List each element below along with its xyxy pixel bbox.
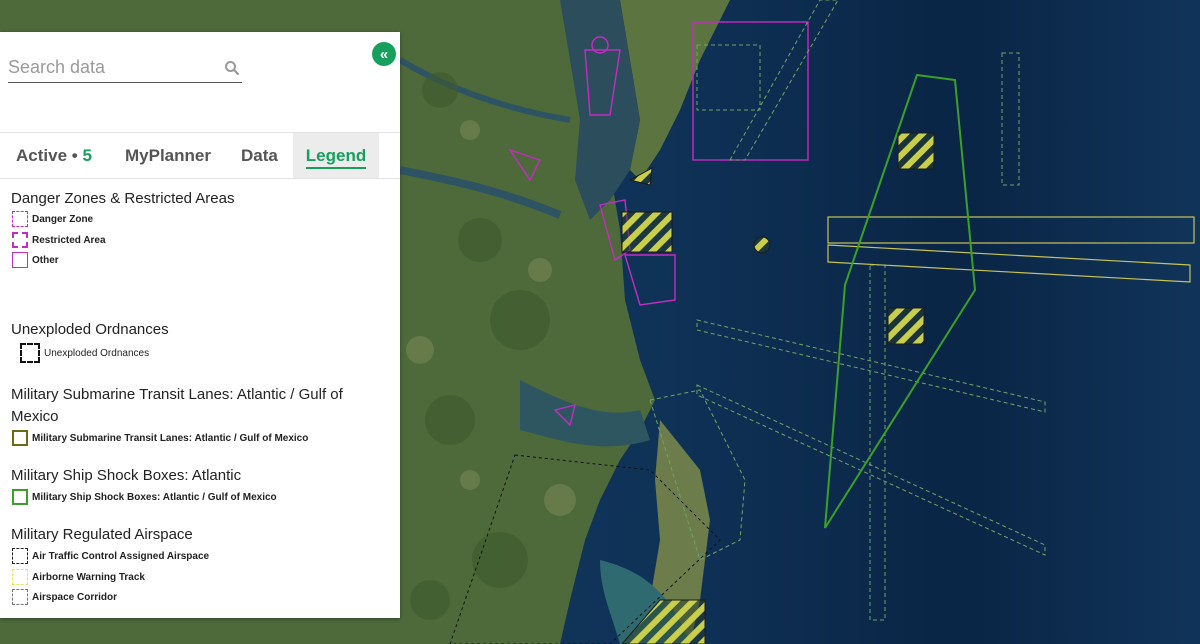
- legend-item: Unexploded Ordnances: [20, 343, 150, 363]
- shock-box-swatch: [12, 489, 28, 505]
- danger-zone-swatch: [12, 211, 28, 227]
- other-swatch: [12, 252, 28, 268]
- legend-item-label: Airborne Warning Track: [32, 571, 145, 583]
- legend-item-label: Military Submarine Transit Lanes: Atlant…: [32, 432, 309, 444]
- tab-myplanner-label: MyPlanner: [125, 146, 211, 165]
- tab-active-label: Active •: [16, 146, 78, 165]
- double-chevron-left-icon: «: [379, 45, 389, 63]
- legend-item-label: Military Ship Shock Boxes: Atlantic / Gu…: [32, 491, 277, 503]
- tab-legend-label: Legend: [305, 146, 367, 169]
- layers-panel: Active • 5 MyPlanner Data Legend Danger …: [0, 32, 400, 618]
- legend-item-label: Other: [32, 254, 59, 266]
- legend-item-label: Air Traffic Control Assigned Airspace: [32, 550, 210, 562]
- search-box: [8, 54, 242, 83]
- unexploded-ordnance-swatch: [20, 343, 40, 363]
- legend-section-title: Danger Zones & Restricted Areas: [11, 190, 235, 207]
- legend-item: Airborne Warning Track: [12, 568, 145, 586]
- corridor-swatch: [12, 589, 28, 605]
- legend-section-title: Military Regulated Airspace: [11, 526, 193, 543]
- tab-myplanner[interactable]: MyPlanner: [125, 133, 211, 178]
- tab-bar: Active • 5 MyPlanner Data Legend: [0, 132, 400, 179]
- warning-track-swatch: [12, 569, 28, 585]
- tab-data-label: Data: [241, 146, 278, 165]
- tab-active-count: 5: [82, 146, 92, 165]
- legend-section-title: Unexploded Ordnances: [11, 321, 169, 338]
- legend-item: Airspace Corridor: [12, 588, 117, 606]
- legend-item-label: Unexploded Ordnances: [44, 347, 150, 359]
- legend-item-label: Danger Zone: [32, 213, 94, 225]
- collapse-panel-button[interactable]: «: [372, 42, 396, 66]
- restricted-area-swatch: [12, 232, 28, 248]
- legend-item-label: Restricted Area: [32, 234, 106, 246]
- legend-section-title: Military Ship Shock Boxes: Atlantic: [11, 467, 242, 484]
- legend-item: Danger Zone: [12, 210, 93, 228]
- legend-item-label: Airspace Corridor: [32, 591, 118, 603]
- legend-item: Other: [12, 251, 59, 269]
- legend-item: Military Ship Shock Boxes: Atlantic / Gu…: [12, 488, 277, 506]
- tab-active[interactable]: Active • 5: [16, 133, 92, 178]
- submarine-lane-swatch: [12, 430, 28, 446]
- legend-item: Military Submarine Transit Lanes: Atlant…: [12, 429, 308, 447]
- legend-section-title: Military Submarine Transit Lanes: Atlant…: [11, 386, 343, 425]
- tab-legend[interactable]: Legend: [293, 133, 379, 178]
- tab-data[interactable]: Data: [241, 133, 278, 178]
- search-icon[interactable]: [224, 60, 240, 76]
- search-input[interactable]: [8, 54, 214, 80]
- legend-item: Restricted Area: [12, 231, 106, 249]
- legend-item: Air Traffic Control Assigned Airspace: [12, 547, 209, 565]
- atc-airspace-swatch: [12, 548, 28, 564]
